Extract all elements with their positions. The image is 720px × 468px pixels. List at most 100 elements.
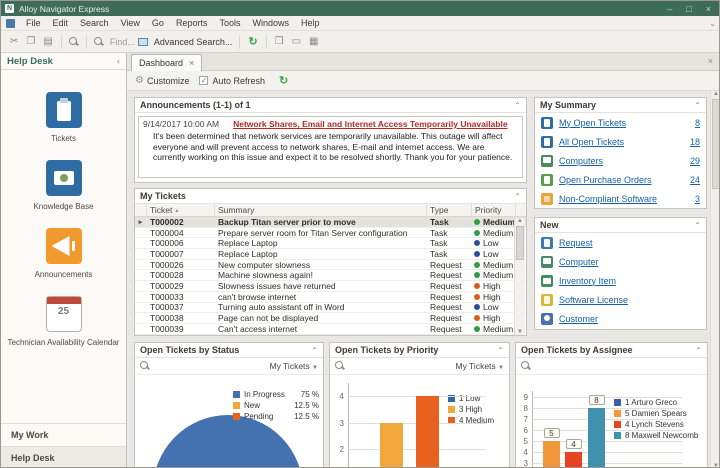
search-icon[interactable]	[521, 361, 531, 371]
binoculars-icon[interactable]	[94, 37, 104, 47]
table-row[interactable]: T000037Turning auto assistant off in Wor…	[135, 303, 526, 314]
cut-icon[interactable]: ✂	[6, 34, 22, 49]
customize-button[interactable]: Customize	[147, 76, 190, 86]
table-row[interactable]: T000004Prepare server room for Titan Ser…	[135, 228, 526, 239]
cell-summary: Turning auto assistant off in Word	[215, 302, 427, 312]
collapse-icon[interactable]: ⌃	[514, 101, 521, 110]
summary-item-count[interactable]: 3	[695, 194, 700, 204]
table-row[interactable]: T000026New computer slownessRequestMediu…	[135, 260, 526, 271]
summary-item-link[interactable]: Computers	[559, 156, 603, 166]
tab-dashboard[interactable]: Dashboard ×	[131, 54, 202, 71]
collapse-icon[interactable]: ⌃	[497, 346, 504, 355]
summary-item-link[interactable]: My Open Tickets	[559, 118, 626, 128]
collapse-icon[interactable]: ⌃	[694, 221, 701, 230]
collapse-icon[interactable]: ⌃	[311, 346, 318, 355]
paste-icon[interactable]: ▤	[39, 34, 56, 49]
column-header-priority[interactable]: Priority	[472, 204, 516, 216]
table-scrollbar[interactable]: ▲▼	[514, 218, 525, 335]
new-item-link[interactable]: Software License	[559, 295, 628, 305]
my-tickets-header: My Tickets	[140, 191, 186, 201]
table-row[interactable]: T000028Machine slowness again!RequestMed…	[135, 270, 526, 281]
content-scrollbar[interactable]: ▲▼	[710, 91, 720, 468]
legend-label: New	[244, 401, 260, 410]
copy-icon[interactable]: ❐	[22, 34, 39, 49]
sidebar-item-tickets[interactable]: Tickets	[1, 92, 126, 143]
summary-item-link[interactable]: Open Purchase Orders	[559, 175, 652, 185]
window-layout-icon[interactable]: ❒	[271, 34, 288, 49]
summary-item-my-open-tickets[interactable]: My Open Tickets 8	[535, 113, 706, 132]
collapse-icon[interactable]: ‹	[117, 56, 120, 66]
advanced-search-button[interactable]: Advanced Search...	[151, 37, 236, 47]
new-item-request[interactable]: Request	[535, 233, 706, 252]
menu-item-reports[interactable]: Reports	[170, 17, 214, 29]
window-view-icon[interactable]: ▦	[305, 34, 322, 49]
table-row[interactable]: T000039Can't access internetRequestMediu…	[135, 324, 526, 335]
announcement-title-link[interactable]: Network Shares, Email and Internet Acces…	[233, 119, 507, 129]
tickets-icon	[46, 92, 82, 128]
menu-item-tools[interactable]: Tools	[213, 17, 246, 29]
sidebar-tab-help-desk[interactable]: Help Desk	[1, 446, 126, 468]
window-split-icon[interactable]: ▭	[288, 34, 305, 49]
menu-item-search[interactable]: Search	[74, 17, 115, 29]
summary-item-link[interactable]: All Open Tickets	[559, 137, 624, 147]
summary-item-computers[interactable]: Computers 29	[535, 151, 706, 170]
summary-item-non-compliant-software[interactable]: Non-Compliant Software 3	[535, 189, 706, 208]
search-icon[interactable]	[140, 361, 150, 371]
status-filter-dropdown[interactable]: My Tickets ▼	[270, 361, 318, 371]
new-item-link[interactable]: Computer	[559, 257, 599, 267]
refresh-icon[interactable]: ↻	[244, 35, 261, 48]
new-item-link[interactable]: Inventory Item	[559, 276, 616, 286]
summary-item-all-open-tickets[interactable]: All Open Tickets 18	[535, 132, 706, 151]
sidebar-item-knowledge-base[interactable]: Knowledge Base	[1, 160, 126, 211]
summary-item-count[interactable]: 8	[695, 118, 700, 128]
table-row[interactable]: T000006Replace LaptopTaskLow	[135, 238, 526, 249]
table-row[interactable]: T000038Page can not be displayedRequestH…	[135, 313, 526, 324]
column-header-summary[interactable]: Summary	[215, 204, 427, 216]
search-icon[interactable]	[335, 361, 345, 371]
column-header-type[interactable]: Type	[427, 204, 472, 216]
collapse-icon[interactable]: ⌃	[695, 346, 702, 355]
collapse-icon[interactable]: ⌃	[694, 101, 701, 110]
new-item-link[interactable]: Request	[559, 238, 593, 248]
new-item-inventory-item[interactable]: Inventory Item	[535, 271, 706, 290]
menu-item-help[interactable]: Help	[295, 17, 326, 29]
sidebar-item-announcements[interactable]: Announcements	[1, 228, 126, 279]
minimize-button[interactable]: –	[667, 4, 672, 14]
collapse-icon[interactable]: ⌃	[514, 192, 521, 201]
new-item-computer[interactable]: Computer	[535, 252, 706, 271]
menu-item-windows[interactable]: Windows	[246, 17, 295, 29]
close-pane-icon[interactable]: ×	[708, 56, 713, 66]
priority-label: High	[483, 281, 500, 291]
table-row[interactable]: T000007Replace LaptopTaskLow	[135, 249, 526, 260]
column-header-ticket[interactable]: Ticket▴	[147, 204, 215, 216]
summary-item-count[interactable]: 18	[690, 137, 700, 147]
auto-refresh-checkbox[interactable]: ✓	[199, 76, 208, 85]
sidebar-item-technician-availability-calendar[interactable]: Technician Availability Calendar	[1, 296, 126, 347]
summary-item-count[interactable]: 29	[690, 156, 700, 166]
new-item-software-license[interactable]: Software License	[535, 290, 706, 309]
menu-item-go[interactable]: Go	[146, 17, 170, 29]
summary-item-count[interactable]: 24	[690, 175, 700, 185]
scrollbar-thumb[interactable]	[712, 99, 720, 189]
close-button[interactable]: ×	[706, 4, 711, 14]
find-button[interactable]: Find...	[107, 37, 138, 47]
table-row[interactable]: T000029Slowness issues have returnedRequ…	[135, 281, 526, 292]
new-item-link[interactable]: Customer	[559, 314, 598, 324]
priority-filter-dropdown[interactable]: My Tickets ▼	[456, 361, 504, 371]
tab-close-icon[interactable]: ×	[189, 58, 194, 68]
refresh-icon[interactable]: ↻	[275, 74, 292, 87]
preview-icon[interactable]	[69, 37, 79, 47]
legend-value: 12.5 %	[294, 412, 319, 421]
table-row[interactable]: T000033can't browse internetRequestHigh	[135, 292, 526, 303]
maximize-button[interactable]: □	[686, 4, 691, 14]
sidebar-tab-my-work[interactable]: My Work	[1, 423, 126, 446]
scrollbar-thumb[interactable]	[516, 226, 524, 260]
menu-item-view[interactable]: View	[115, 17, 146, 29]
chevron-down-icon[interactable]: ⌄	[709, 19, 720, 28]
new-item-customer[interactable]: Customer	[535, 309, 706, 328]
menu-item-edit[interactable]: Edit	[47, 17, 75, 29]
summary-item-open-purchase-orders[interactable]: Open Purchase Orders 24	[535, 170, 706, 189]
summary-item-link[interactable]: Non-Compliant Software	[559, 194, 657, 204]
menu-item-file[interactable]: File	[20, 17, 47, 29]
table-row[interactable]: ▸T000002Backup Titan server prior to mov…	[135, 217, 526, 228]
